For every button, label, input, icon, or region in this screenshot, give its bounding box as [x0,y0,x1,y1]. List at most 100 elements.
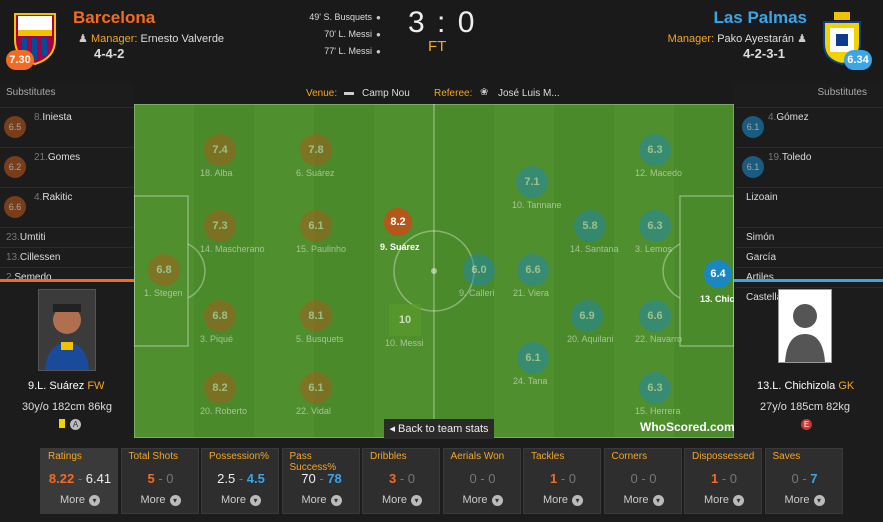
player-rating-marker[interactable]: 5.8 [574,210,606,242]
player-rating-marker[interactable]: 6.6 [639,300,671,332]
substitute-row[interactable]: 6.1 4.Gómez [736,107,883,147]
stat-values: 0 - 7 [791,471,818,486]
home-player-name: 9.L. Suárez FW [28,380,105,392]
player-rating-marker[interactable]: 10 [389,304,421,336]
player-name-label: 1. Stegen [144,288,183,298]
player-rating-marker[interactable]: 6.6 [517,254,549,286]
stat-values: 0 - 0 [630,471,657,486]
stat-values: 70 - 78 [301,471,342,486]
player-rating-marker[interactable]: 6.3 [639,372,671,404]
more-button[interactable]: More ▾ [605,494,683,506]
player-rating-marker[interactable]: 8.2 [204,372,236,404]
player-rating-marker[interactable]: 7.3 [204,210,236,242]
player-rating-marker[interactable]: 7.4 [204,134,236,166]
stat-box[interactable]: Pass Success% 70 - 78 More ▾ [281,448,361,514]
player-rating-marker[interactable]: 6.8 [204,300,236,332]
pitch: 6.8 1. Stegen 7.4 18. Alba 7.3 14. Mascherano… [134,104,734,438]
player-name-label: 24. Tana [513,376,548,386]
stat-values: 0 - 0 [469,471,496,486]
player-rating-marker[interactable]: 6.3 [639,210,671,242]
substitute-row[interactable]: Simón [736,227,883,247]
whoscored-watermark: WhoScored.com [640,420,734,434]
home-accent-bar [0,279,134,282]
stat-title: Dribbles [370,451,407,462]
stat-box[interactable]: Ratings 8.22 - 6.41 More ▾ [40,448,118,514]
substitute-row[interactable]: 6.5 8.Iniesta [0,107,134,147]
substitute-row[interactable]: 2.Semedo [0,267,134,287]
player-rating-marker[interactable]: 6.1 [517,342,549,374]
substitute-row[interactable]: 6.2 21.Gomes [0,147,134,187]
sub-rating: 6.6 [4,196,26,218]
player-name-label: 12. Macedo [635,168,683,178]
player-rating-marker[interactable]: 8.2 [384,208,412,236]
player-rating-marker[interactable]: 8.1 [300,300,332,332]
more-button[interactable]: More ▾ [202,494,280,506]
player-rating-marker[interactable]: 6.1 [300,372,332,404]
match-header: 7.30 Barcelona ♟ Manager: Ernesto Valver… [0,0,883,84]
ball-icon: ● [376,47,381,56]
stat-box[interactable]: Dispossessed 1 - 0 More ▾ [684,448,762,514]
substitute-row[interactable]: Artiles [736,267,883,287]
sub-rating: 6.5 [4,116,26,138]
home-player-photo[interactable] [38,289,96,371]
stat-box[interactable]: Dribbles 3 - 0 More ▾ [362,448,440,514]
away-team-name[interactable]: Las Palmas [713,8,807,28]
referee-name: José Luis M... [498,88,560,99]
sub-name: 4.Gómez [768,112,809,123]
whistle-icon: ❀ [480,87,489,98]
player-rating-marker[interactable]: 7.1 [516,166,548,198]
away-manager: Manager: Pako Ayestarán ♟ [668,32,807,45]
stat-box[interactable]: Aerials Won 0 - 0 More ▾ [442,448,522,514]
player-rating-marker[interactable]: 6.3 [639,134,671,166]
more-button[interactable]: More ▾ [122,494,200,506]
home-formation: 4-4-2 [94,46,125,61]
away-formation: 4-2-3-1 [743,46,785,61]
stat-box[interactable]: Corners 0 - 0 More ▾ [603,448,683,514]
player-rating-marker[interactable]: 6.9 [571,300,603,332]
referee-label: Referee: [434,88,473,99]
home-team-rating: 7.30 [6,50,34,70]
sub-name: 8.Iniesta [34,112,72,123]
stat-box[interactable]: Possession% 2.5 - 4.5 More ▾ [201,448,279,514]
stat-title: Tackles [531,451,565,462]
player-rating-marker[interactable]: 6.1 [300,210,332,242]
stat-values: 3 - 0 [388,471,416,486]
substitute-row[interactable]: Lizoain [736,187,883,227]
player-name-label: 15. Herrera [635,406,681,416]
away-subs-title: Substitutes [817,87,867,98]
match-centre: 7.30 Barcelona ♟ Manager: Ernesto Valver… [0,0,883,522]
more-button[interactable]: More ▾ [41,494,119,506]
player-rating-marker[interactable]: 6.4 [704,260,732,288]
away-player-meta: 27y/o 185cm 82kg [760,401,850,413]
chevron-down-icon: ▾ [652,494,664,506]
substitute-row[interactable]: 6.1 19.Toledo [736,147,883,187]
home-team-name[interactable]: Barcelona [73,8,155,28]
away-accent-bar [734,279,883,282]
player-rating-marker[interactable]: 6.0 [463,254,495,286]
stat-box[interactable]: Total Shots 5 - 0 More ▾ [120,448,200,514]
sub-rating: 6.1 [742,156,764,178]
more-button[interactable]: More ▾ [363,494,441,506]
substitute-row[interactable]: 13.Cillessen [0,247,134,267]
player-name-label: 20. Roberto [200,406,248,416]
player-rating-marker[interactable]: 7.8 [300,134,332,166]
more-button[interactable]: More ▾ [524,494,602,506]
sub-name: Simón [746,232,775,243]
sub-name: Lizoain [746,192,778,203]
more-button[interactable]: More ▾ [444,494,522,506]
stat-box[interactable]: Tackles 1 - 0 More ▾ [523,448,601,514]
player-rating-marker[interactable]: 6.8 [148,254,180,286]
more-button[interactable]: More ▾ [685,494,763,506]
back-to-team-stats-button[interactable]: ◂ Back to team stats [384,419,494,439]
away-player-photo[interactable] [778,289,832,363]
stat-box[interactable]: Saves 0 - 7 More ▾ [764,448,844,514]
chevron-down-icon: ▾ [250,494,262,506]
goal-scorers: 49' S. Busquets 70' L. Messi 77' L. Mess… [292,12,372,63]
player-name-label: 15. Paulinho [296,244,347,254]
substitute-row[interactable]: 6.6 4.Rakitic [0,187,134,227]
substitute-row[interactable]: García [736,247,883,267]
more-button[interactable]: More ▾ [766,494,844,506]
stat-title: Corners [611,451,648,462]
more-button[interactable]: More ▾ [283,494,361,506]
substitute-row[interactable]: 23.Umtiti [0,227,134,247]
